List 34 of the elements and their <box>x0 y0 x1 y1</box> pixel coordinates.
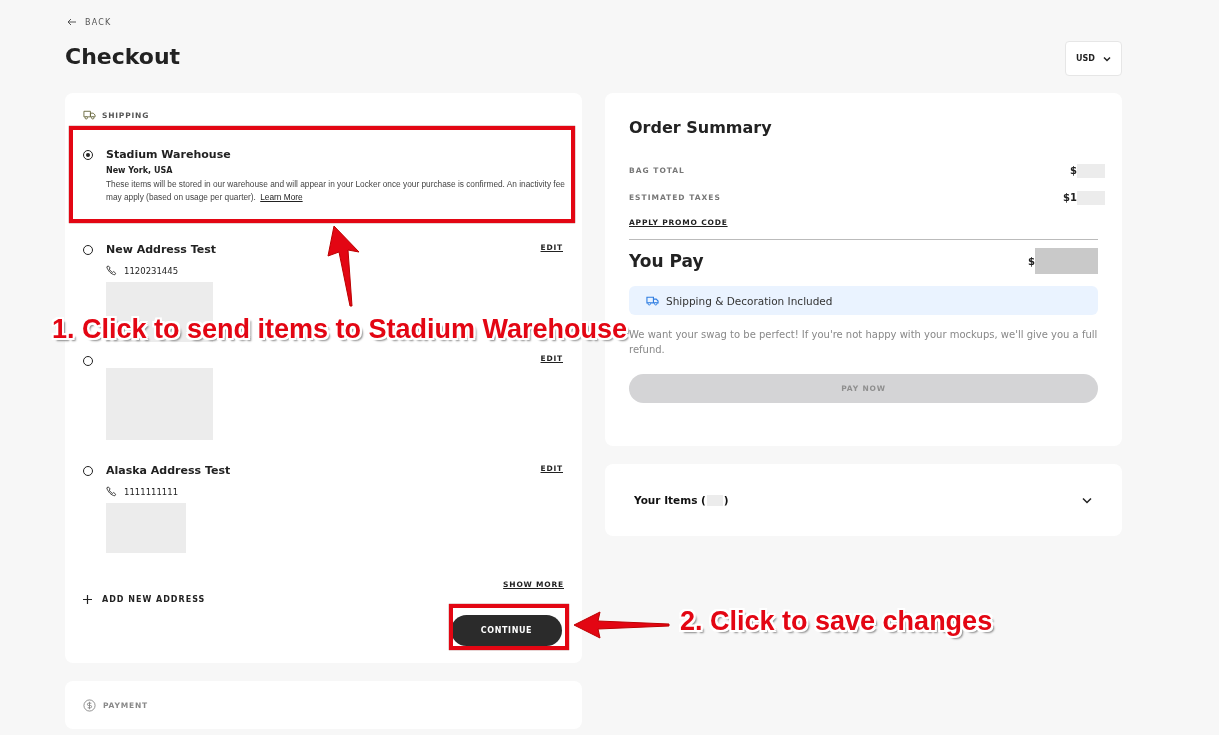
items-title: Your Items ( ) <box>634 493 729 507</box>
truck-icon <box>83 110 96 120</box>
line-amount: $1 <box>1063 192 1077 203</box>
dollar-icon <box>83 698 96 712</box>
items-card[interactable]: Your Items ( ) <box>605 464 1122 536</box>
line-amount: $ <box>1070 165 1077 176</box>
guarantee-text: We want your swag to be perfect! If you're not happy with your mockups, we'll give you a full refund. <box>629 328 1098 357</box>
learn-more-link[interactable]: Learn More <box>260 192 303 202</box>
back-link[interactable]: BACK <box>67 17 112 27</box>
address-name: Stadium Warehouse <box>106 148 231 162</box>
phone-number: 1120231445 <box>124 265 179 276</box>
blurred-area <box>1035 248 1098 274</box>
chevron-down-icon <box>1082 496 1092 504</box>
add-address-link[interactable]: ADD NEW ADDRESS <box>83 595 564 604</box>
address-name: Alaska Address Test <box>106 464 231 478</box>
phone-icon <box>106 265 117 276</box>
continue-button[interactable]: CONTINUE <box>451 615 562 646</box>
plus-icon <box>83 595 92 604</box>
location-text: New York, USA <box>106 166 174 175</box>
summary-title: Order Summary <box>629 118 773 137</box>
arrow-left-icon <box>67 18 77 26</box>
phone-number: 1111111111 <box>124 486 179 497</box>
currency-select[interactable]: USD <box>1065 41 1122 76</box>
chevron-down-icon <box>1102 55 1111 62</box>
address-name: New Address Test <box>106 243 217 257</box>
page-title: Checkout <box>65 44 181 69</box>
total-amount: $ <box>1028 255 1035 267</box>
description-text: These items will be stored in our warehouse and will appear in your Locker once your purchase is confirmed. An inactivity fee may apply (based on usage per quarter). Learn More <box>106 178 566 204</box>
callout-text: 1. Click to send items to Stadium Warehouse <box>52 314 628 345</box>
banner-text: Shipping & Decoration Included <box>666 294 833 307</box>
phone-icon <box>106 486 117 497</box>
you-pay-label: You Pay <box>629 251 704 271</box>
callout-text: 2. Click to save changes <box>680 606 993 637</box>
truck-icon <box>646 295 659 306</box>
